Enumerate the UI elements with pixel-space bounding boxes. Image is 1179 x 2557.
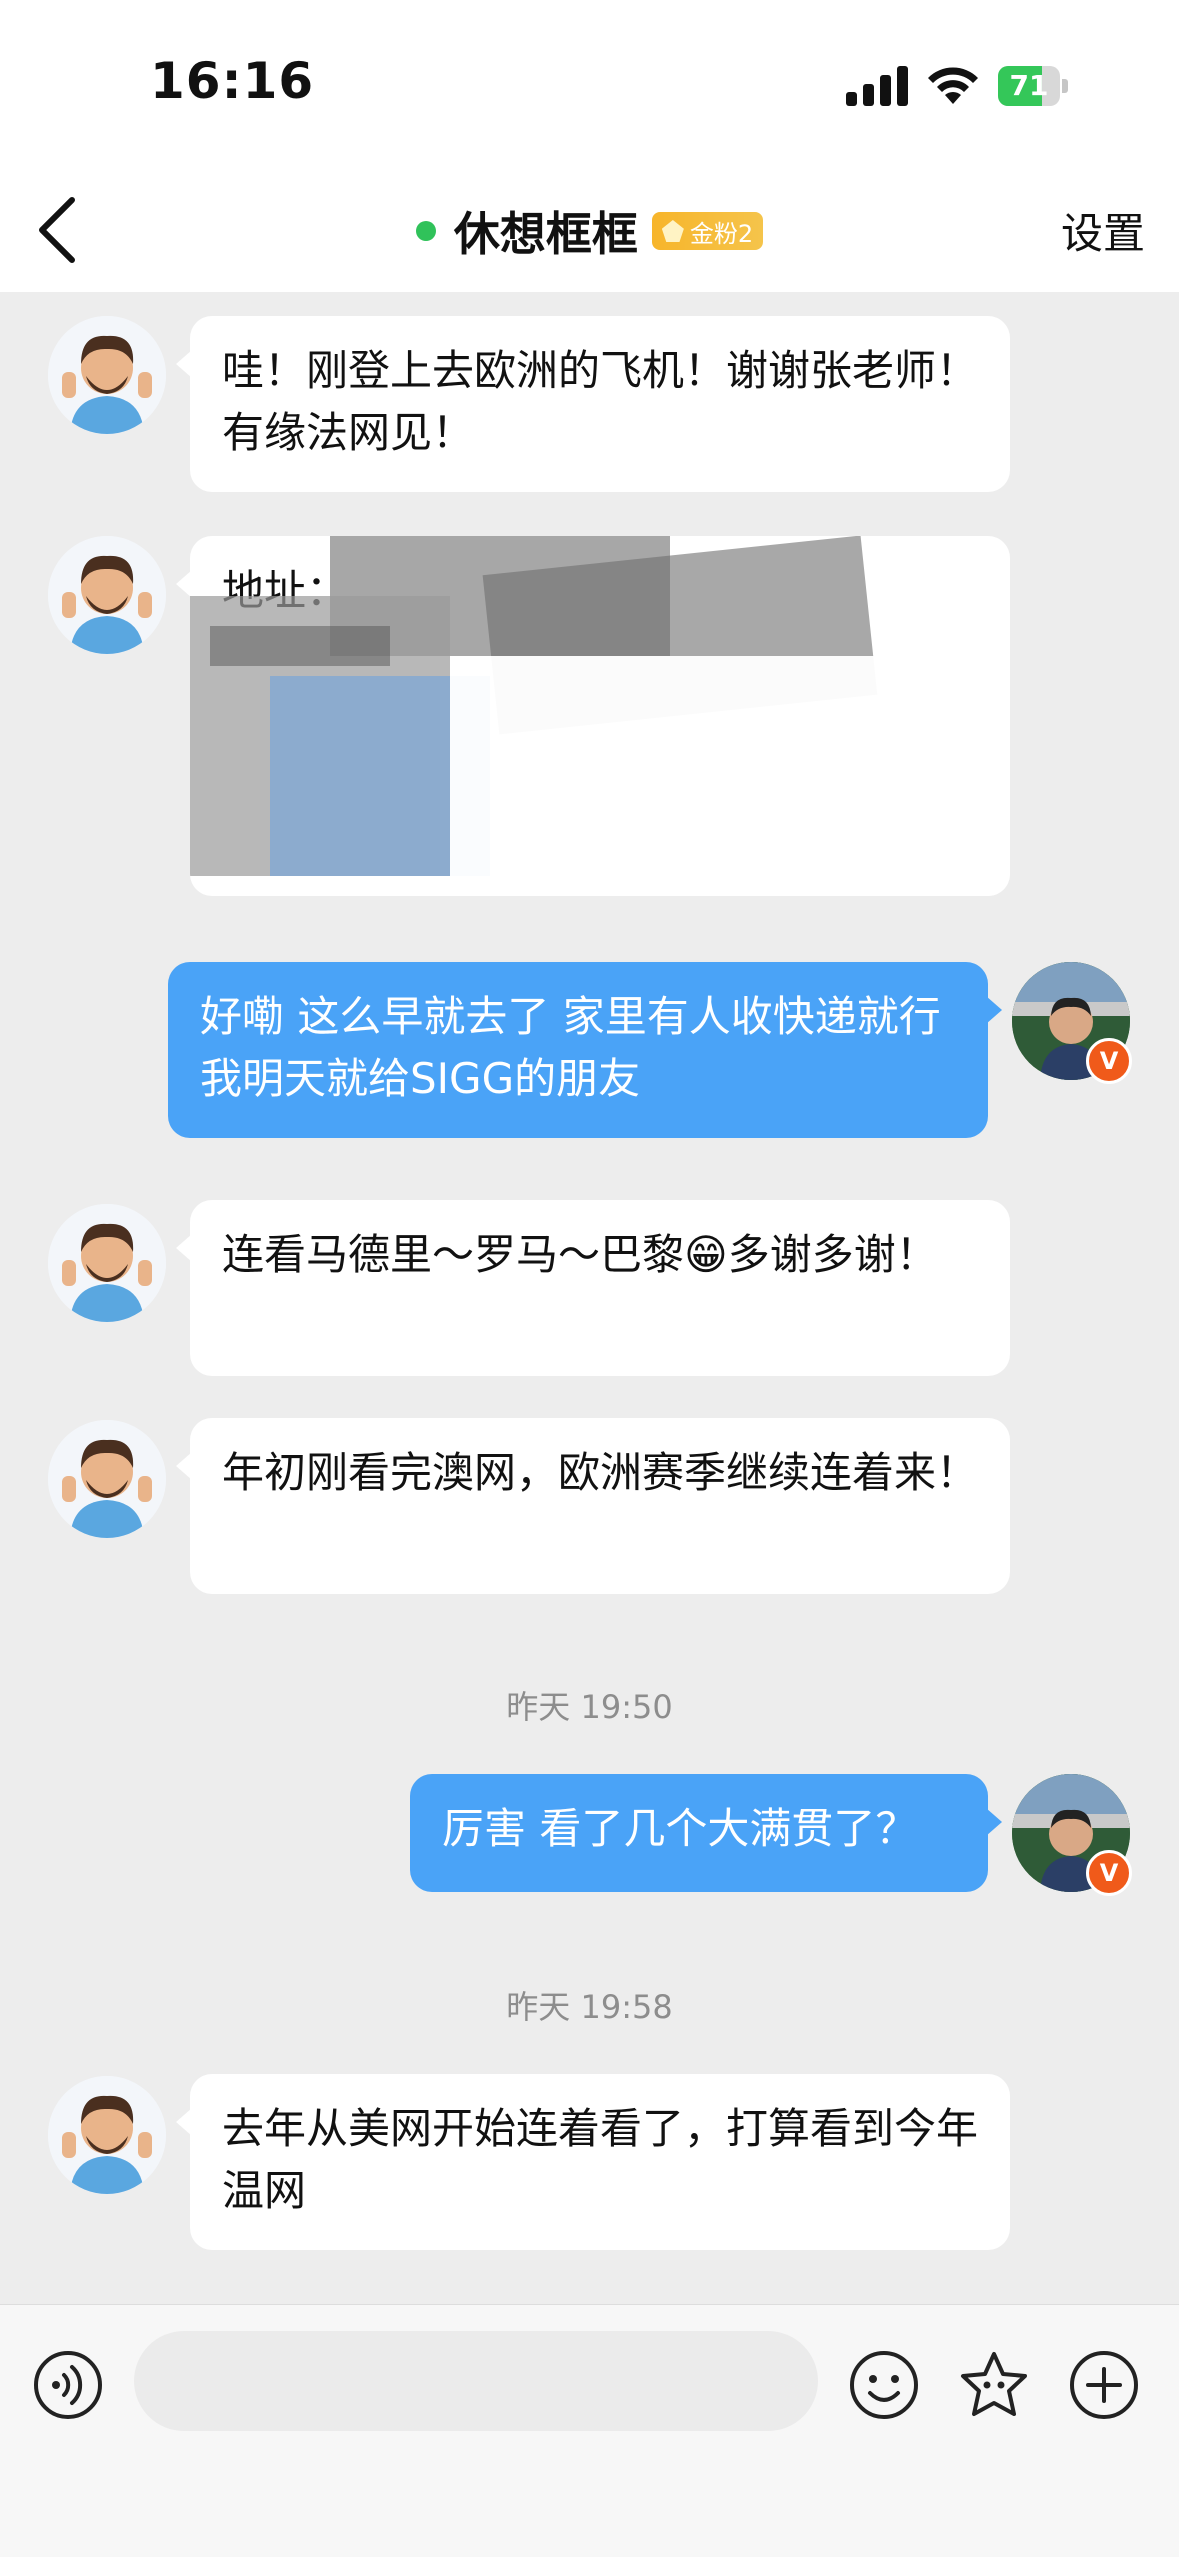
message-bubble[interactable]: 厉害 看了几个大满贯了？ [410, 1774, 1002, 1892]
badge-label: 金粉2 [689, 219, 754, 248]
signal-icon [846, 66, 910, 106]
message-bubble[interactable]: 地址： [176, 536, 1010, 896]
avatar[interactable] [48, 1420, 166, 1538]
message-list[interactable]: 哇！刚登上去欧洲的飞机！谢谢张老师！有缘法网见！ 地址： 好嘞 这么早就去了 家… [0, 292, 1179, 2250]
nav-bar: 休想框框 金粉2 设置 [0, 170, 1179, 292]
status-time: 16:16 [150, 52, 315, 110]
settings-button[interactable]: 设置 [1061, 200, 1145, 261]
avatar[interactable] [48, 1204, 166, 1322]
message-text: 连看马德里～罗马～巴黎😁多谢多谢！ [222, 1230, 938, 1279]
message-bubble[interactable]: 好嘞 这么早就去了 家里有人收快递就行 我明天就给SIGG的朋友 [168, 962, 1002, 1138]
status-bar: 16:16 71 [0, 0, 1179, 170]
timestamp: 昨天 19:50 [506, 1688, 673, 1726]
message-text: 年初刚看完澳网，欧洲赛季继续连着来！ [222, 1448, 979, 1497]
avatar[interactable] [48, 316, 166, 434]
message-bubble[interactable]: 哇！刚登上去欧洲的飞机！谢谢张老师！有缘法网见！ [176, 316, 1010, 492]
diamond-icon [661, 220, 684, 242]
message-text: 厉害 看了几个大满贯了？ [442, 1804, 918, 1853]
online-status-dot [415, 221, 436, 241]
message-bubble[interactable]: 去年从美网开始连着看了，打算看到今年温网 [176, 2074, 1010, 2250]
verified-badge: V [1086, 1038, 1132, 1084]
avatar[interactable] [48, 536, 166, 654]
battery-icon: 71 [998, 66, 1070, 106]
wifi-icon [928, 67, 978, 104]
message-bubble[interactable]: 连看马德里～罗马～巴黎😁多谢多谢！ [176, 1200, 1010, 1376]
message-input[interactable] [134, 2331, 818, 2431]
timestamp: 昨天 19:58 [506, 1988, 673, 2026]
message-text: 哇！刚登上去欧洲的飞机！谢谢张老师！有缘法网见！ [222, 346, 979, 457]
plus-icon[interactable] [1068, 2349, 1140, 2421]
emoji-icon[interactable] [848, 2349, 920, 2421]
message-text: 去年从美网开始连着看了，打算看到今年温网 [222, 2104, 979, 2215]
chat-title-area[interactable]: 休想框框 金粉2 [0, 196, 1179, 266]
redaction-scribble [190, 536, 1010, 896]
fan-level-badge: 金粉2 [651, 212, 764, 250]
battery-percent: 71 [1009, 69, 1049, 102]
verified-badge: V [1086, 1850, 1132, 1896]
message-text: 好嘞 这么早就去了 家里有人收快递就行 我明天就给SIGG的朋友 [200, 992, 941, 1103]
input-bar [0, 2304, 1179, 2557]
voice-icon[interactable] [32, 2349, 104, 2421]
avatar[interactable] [48, 2076, 166, 2194]
sticker-icon[interactable] [958, 2349, 1030, 2421]
message-bubble[interactable]: 年初刚看完澳网，欧洲赛季继续连着来！ [176, 1418, 1010, 1594]
chat-title: 休想框框 [453, 207, 638, 261]
